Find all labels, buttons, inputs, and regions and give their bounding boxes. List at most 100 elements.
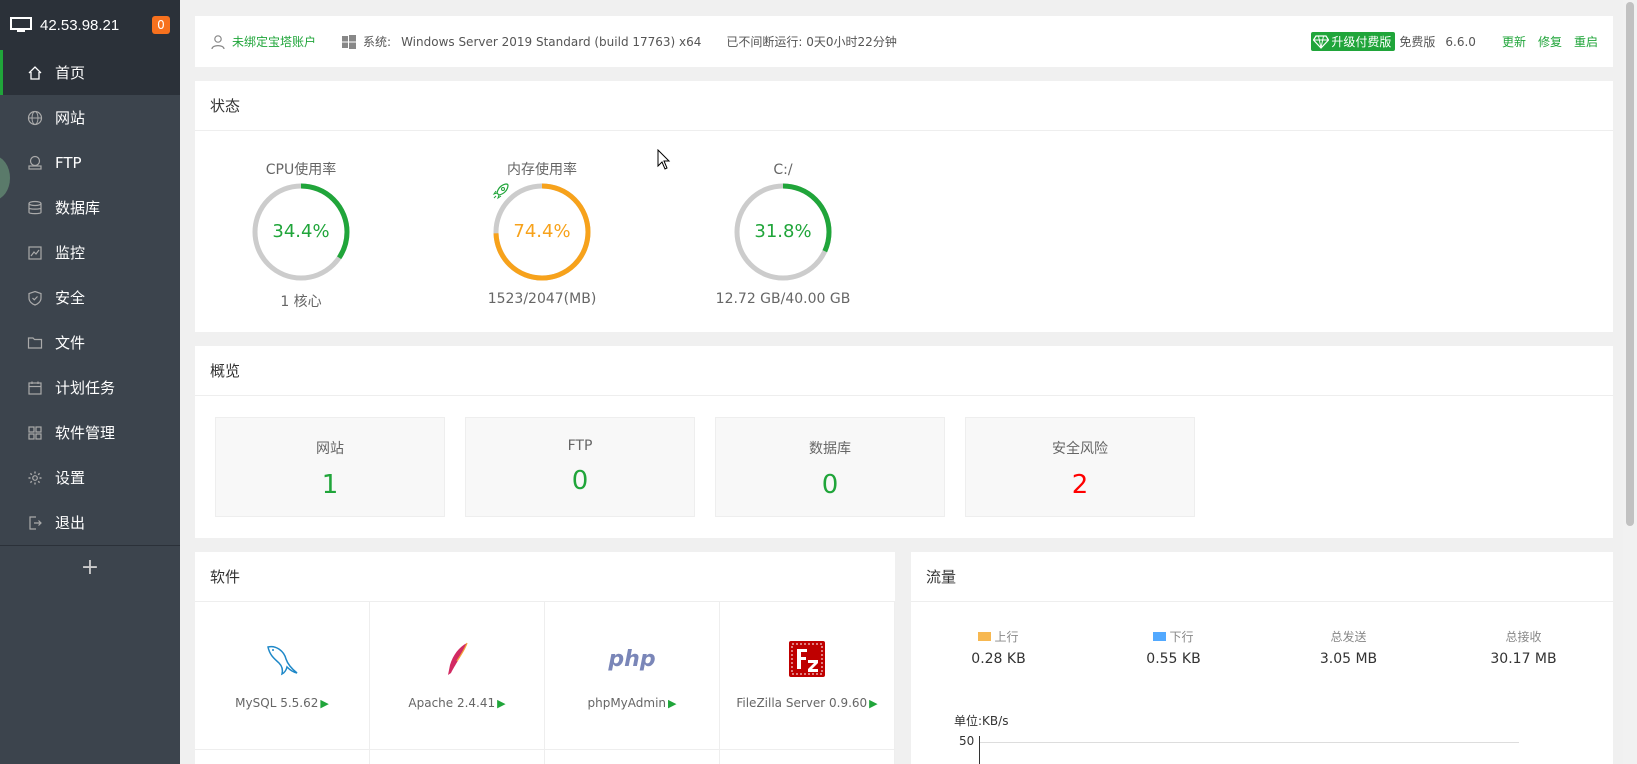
software-item-mysql[interactable]: MySQL 5.5.62 ▶	[195, 602, 370, 750]
apache-feather-icon	[448, 642, 468, 675]
nav-label: 监控	[55, 244, 86, 262]
software-item-apache[interactable]: Apache 2.4.41 ▶	[370, 602, 545, 750]
status-title: 状态	[195, 81, 1613, 131]
traffic-total-sent: 总发送 3.05 MB	[1261, 628, 1436, 667]
overview-website[interactable]: 网站 1	[215, 417, 445, 517]
software-card: 软件 MySQL 5.5.62 ▶ Apache 2.4.41 ▶ php phpM…	[195, 552, 895, 764]
nav-item-security[interactable]: 安全	[0, 275, 180, 320]
play-icon[interactable]: ▶	[869, 697, 877, 710]
nav-label: 安全	[55, 289, 86, 307]
add-shortcut-button[interactable]: +	[0, 545, 180, 589]
shield-icon	[28, 290, 42, 306]
traffic-value: 3.05 MB	[1319, 651, 1378, 667]
message-badge[interactable]: 0	[152, 16, 170, 34]
nav-item-database[interactable]: 数据库	[0, 185, 180, 230]
software-empty-slot	[195, 750, 370, 764]
nav-item-monitor[interactable]: 监控	[0, 230, 180, 275]
nav-label: FTP	[55, 153, 82, 172]
gauge-label: 内存使用率	[507, 162, 577, 178]
overview-label: FTP	[567, 438, 593, 454]
nav-item-home[interactable]: 首页	[0, 50, 180, 95]
software-item-phpmyadmin[interactable]: php phpMyAdmin ▶	[545, 602, 720, 750]
overview-label: 数据库	[809, 441, 851, 457]
status-card: 状态 CPU使用率 34.4% 1 核心 内存使用率 74.4% 1523/20…	[195, 81, 1613, 332]
mouse-cursor-icon	[657, 149, 671, 170]
overview-label: 网站	[316, 441, 344, 457]
traffic-chart-unit: 单位:KB/s	[954, 714, 1009, 728]
gauge-ring: 31.8%	[732, 181, 834, 283]
cpu-gauge[interactable]: CPU使用率 34.4% 1 核心	[221, 159, 381, 311]
version-label: 6.6.0	[1445, 34, 1476, 49]
memory-gauge[interactable]: 内存使用率 74.4% 1523/2047(MB)	[462, 159, 622, 307]
overview-security-risk[interactable]: 安全风险 2	[965, 417, 1195, 517]
traffic-chart-gridline	[979, 742, 1519, 743]
traffic-label: 下行	[1169, 630, 1194, 644]
software-name: Apache 2.4.41	[408, 696, 496, 710]
database-icon	[28, 200, 42, 214]
software-row-2	[195, 750, 895, 764]
gauge-ring: 74.4%	[491, 181, 593, 283]
disk-gauge[interactable]: C:/ 31.8% 12.72 GB/40.00 GB	[703, 159, 863, 307]
software-empty-slot	[720, 750, 895, 764]
overview-ftp[interactable]: FTP 0	[465, 417, 695, 517]
upgrade-button[interactable]: 升级付费版	[1311, 32, 1396, 51]
nav-item-settings[interactable]: 设置	[0, 455, 180, 500]
gauge-value: 74.4%	[513, 221, 571, 242]
nav-item-logout[interactable]: 退出	[0, 500, 180, 545]
nav-item-software[interactable]: 软件管理	[0, 410, 180, 455]
repair-link[interactable]: 修复	[1538, 33, 1562, 50]
nav-menu: 首页 网站 FTP 数据库 监控 安全 文件 计划任务 软件管理 设置 退出	[0, 50, 180, 545]
play-icon[interactable]: ▶	[668, 697, 676, 710]
play-icon[interactable]: ▶	[320, 697, 328, 710]
restart-link[interactable]: 重启	[1574, 33, 1598, 50]
gauge-label: CPU使用率	[265, 162, 337, 178]
nav-item-cron[interactable]: 计划任务	[0, 365, 180, 410]
nav-label: 网站	[55, 109, 86, 127]
nav-label: 计划任务	[55, 379, 116, 397]
gauge-ring: 34.4%	[250, 181, 352, 283]
php-logo-icon: php	[608, 646, 656, 672]
software-name: MySQL 5.5.62	[235, 696, 319, 710]
nav-item-files[interactable]: 文件	[0, 320, 180, 365]
update-link[interactable]: 更新	[1502, 33, 1526, 50]
traffic-chart-y-axis	[979, 736, 980, 764]
server-ip: 42.53.98.21	[40, 16, 120, 34]
overview-database[interactable]: 数据库 0	[715, 417, 945, 517]
page-scrollbar[interactable]	[1623, 0, 1637, 764]
nav-label: 文件	[55, 334, 86, 352]
upload-swatch	[978, 632, 992, 641]
overview-value: 0	[571, 466, 589, 496]
traffic-value: 0.55 KB	[1146, 651, 1201, 667]
diamond-icon	[1313, 34, 1330, 49]
nav-label: 软件管理	[55, 424, 116, 442]
traffic-title: 流量	[911, 552, 1613, 602]
gauge-value: 31.8%	[754, 221, 812, 242]
nav-item-website[interactable]: 网站	[0, 95, 180, 140]
uptime: 已不间断运行: 0天0小时22分钟	[726, 35, 897, 49]
bind-account-link[interactable]: 未绑定宝塔账户	[232, 33, 316, 50]
traffic-value: 0.28 KB	[971, 651, 1026, 667]
edition-label: 免费版	[1399, 35, 1436, 49]
overview-label: 安全风险	[1052, 441, 1108, 457]
nav-item-ftp[interactable]: FTP	[0, 140, 180, 185]
info-bar: 未绑定宝塔账户 系统: Windows Server 2019 Standard…	[195, 16, 1613, 67]
overview-card: 概览 网站 1 FTP 0 数据库 0 安全风险 2	[195, 346, 1613, 538]
play-icon[interactable]: ▶	[497, 697, 505, 710]
nav-label: 设置	[55, 469, 86, 487]
traffic-y-tick: 50	[959, 734, 975, 748]
software-item-filezilla[interactable]: FileZilla Server 0.9.60 ▶	[720, 602, 895, 750]
upgrade-label: 升级付费版	[1331, 35, 1392, 49]
software-empty-slot	[545, 750, 720, 764]
software-title: 软件	[195, 552, 895, 602]
overview-value: 2	[1071, 470, 1089, 500]
scrollbar-thumb[interactable]	[1626, 2, 1634, 526]
gauge-value: 34.4%	[272, 221, 330, 242]
monitor-chart-icon	[28, 245, 42, 260]
traffic-value: 30.17 MB	[1490, 651, 1557, 667]
filezilla-icon	[789, 641, 825, 677]
system-value: Windows Server 2019 Standard (build 1776…	[401, 34, 702, 49]
nav-label: 数据库	[55, 199, 101, 217]
overview-value: 0	[821, 470, 839, 500]
mysql-dolphin-icon	[267, 645, 298, 676]
system-label: 系统:	[363, 35, 392, 49]
